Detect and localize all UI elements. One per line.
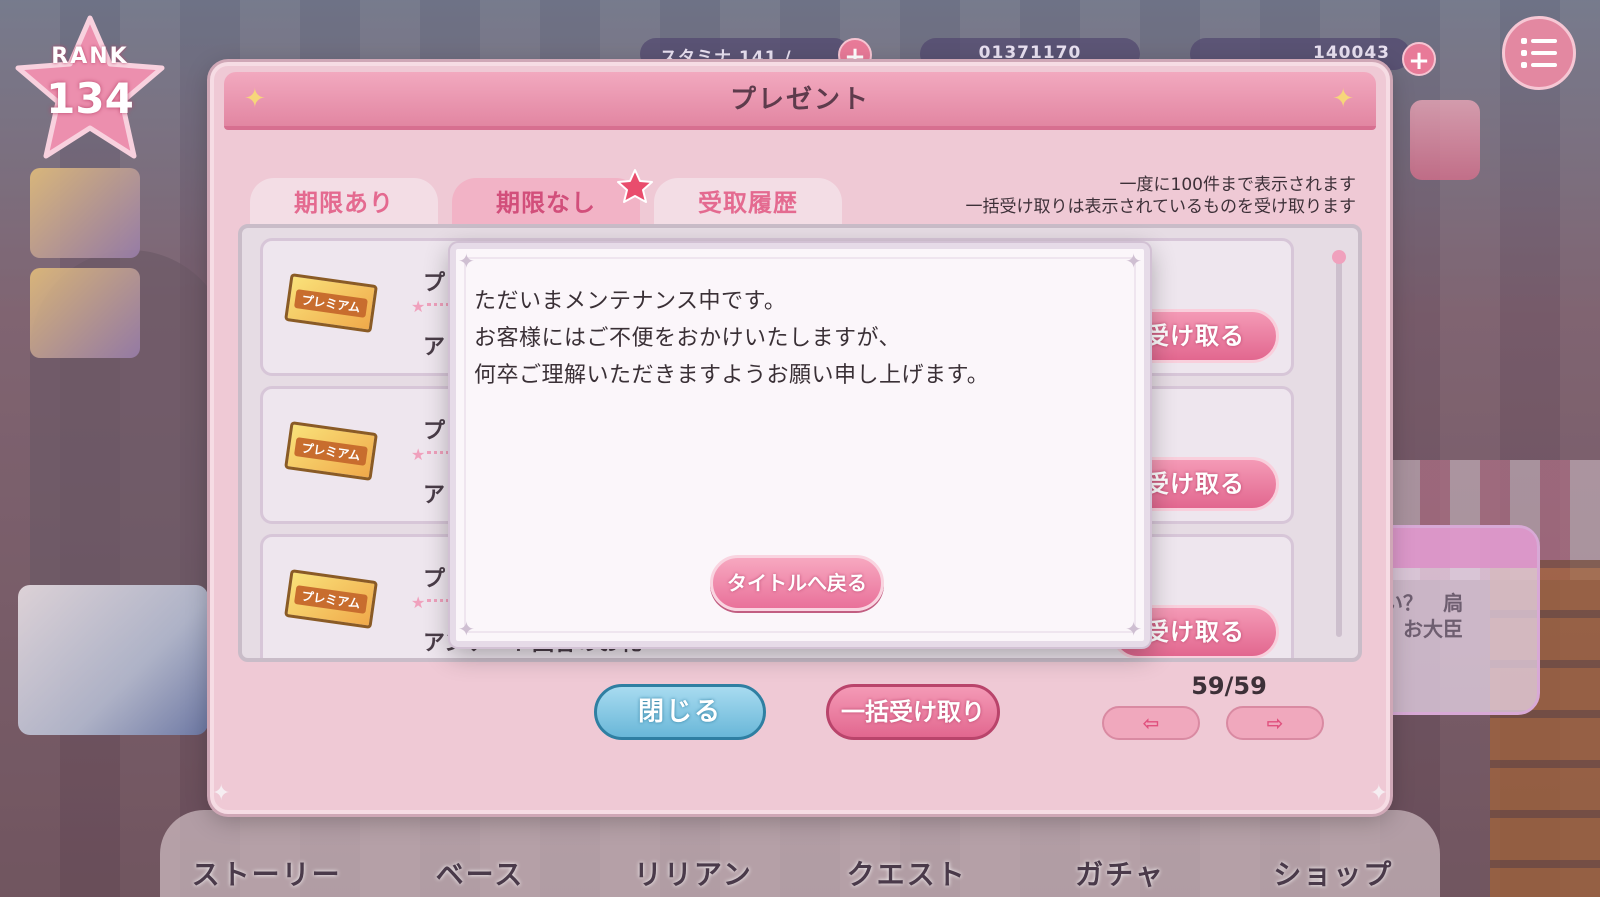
nav-lillian[interactable]: リリアン: [593, 853, 793, 893]
tab-history[interactable]: 受取履歴: [654, 178, 842, 226]
gem-plus-button[interactable]: +: [1402, 42, 1436, 76]
premium-ticket-icon: プレミアム: [284, 273, 378, 333]
character-banner[interactable]: [18, 585, 208, 735]
arrow-right-icon: ⇨: [1266, 711, 1284, 735]
event-banner-2[interactable]: [30, 268, 140, 358]
nav-quest[interactable]: クエスト: [807, 853, 1007, 893]
rank-value: 134: [46, 74, 134, 123]
info-line-1: 一度に100件まで表示されます: [1119, 175, 1356, 195]
corner-ornament-icon: ✦: [458, 617, 475, 641]
rank-badge[interactable]: RANK 134: [12, 14, 168, 164]
present-header: ✦ プレゼント ✦: [224, 72, 1376, 130]
scrollbar[interactable]: [1332, 250, 1346, 637]
star-icon: ★: [411, 445, 426, 464]
list-menu-icon: [1521, 38, 1557, 68]
nav-story[interactable]: ストーリー: [167, 853, 367, 893]
gift-icon[interactable]: [1410, 100, 1480, 180]
info-text: 一度に100件まで表示されます 一括受け取りは表示されているものを受け取ります: [966, 174, 1357, 218]
scroll-thumb[interactable]: [1332, 250, 1346, 264]
arrow-left-icon: ⇦: [1142, 711, 1160, 735]
maintenance-message: ただいまメンテナンス中です。 お客様にはご不便をおかけいたしますが、 何卒ご理解…: [474, 283, 1124, 394]
speaker-icon[interactable]: [1373, 528, 1537, 568]
item-name: プ: [423, 271, 446, 296]
corner-ornament-icon: ✦: [212, 781, 231, 806]
tab-no-deadline[interactable]: 期限なし: [452, 178, 640, 226]
new-star-icon: [617, 169, 653, 203]
premium-ticket-icon: プレミアム: [284, 569, 378, 629]
next-page-button[interactable]: ⇨: [1226, 706, 1324, 740]
speech-text: い？ 扃 お大臣: [1383, 591, 1463, 641]
item-name: プ: [423, 567, 446, 592]
item-description: ア: [423, 483, 446, 508]
bulk-receive-button[interactable]: 一括受け取り: [826, 684, 1000, 740]
corner-ornament-icon: ✦: [1369, 781, 1388, 806]
corner-ornament-icon: ✦: [1125, 249, 1142, 273]
speech-panel: い？ 扃 お大臣: [1370, 525, 1540, 715]
item-name: プ: [423, 419, 446, 444]
premium-ticket-icon: プレミアム: [284, 421, 378, 481]
nav-gacha[interactable]: ガチャ: [1020, 853, 1220, 893]
nav-shop[interactable]: ショップ: [1233, 853, 1433, 893]
message-line-2: お客様にはご不便をおかけいたしますが、: [474, 326, 902, 351]
tab-with-deadline[interactable]: 期限あり: [250, 178, 438, 226]
star-icon: ★: [411, 593, 426, 612]
present-title: プレゼント: [729, 85, 870, 115]
corner-ornament-icon: ✦: [458, 249, 475, 273]
bottom-navigation: ストーリー ベース リリアン クエスト ガチャ ショップ: [160, 810, 1440, 897]
message-line-1: ただいまメンテナンス中です。: [474, 289, 787, 314]
menu-button[interactable]: [1502, 16, 1576, 90]
close-button[interactable]: 閉じる: [594, 684, 766, 740]
back-to-title-button[interactable]: タイトルへ戻る: [710, 555, 884, 611]
corner-ornament-icon: ✦: [1125, 617, 1142, 641]
prev-page-button[interactable]: ⇦: [1102, 706, 1200, 740]
sparkle-icon: ✦: [244, 84, 268, 114]
sparkle-icon: ✦: [1332, 84, 1356, 114]
maintenance-modal: ✦ ✦ ✦ ✦ ただいまメンテナンス中です。 お客様にはご不便をおかけいたします…: [450, 243, 1150, 647]
event-banner-1[interactable]: [30, 168, 140, 258]
nav-base[interactable]: ベース: [380, 853, 580, 893]
star-icon: ★: [411, 297, 426, 316]
message-line-3: 何卒ご理解いただきますようお願い申し上げます。: [474, 363, 990, 388]
info-line-2: 一括受け取りは表示されているものを受け取ります: [965, 197, 1357, 217]
rank-label: RANK: [51, 44, 129, 69]
item-description: ア: [423, 335, 446, 360]
page-count: 59/59: [1191, 672, 1267, 700]
